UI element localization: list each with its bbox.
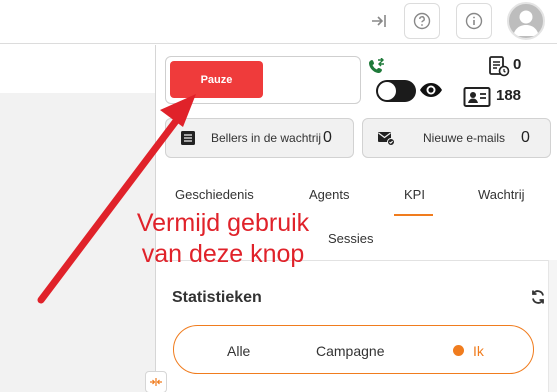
segment-campagne[interactable]: Campagne bbox=[316, 343, 385, 359]
segment-ik[interactable]: Ik bbox=[473, 343, 484, 359]
annotation-text: Vermijd gebruik van deze knop bbox=[123, 208, 323, 270]
user-avatar[interactable] bbox=[507, 2, 545, 40]
tab-kpi[interactable]: KPI bbox=[404, 187, 425, 202]
clipboard-clock-icon bbox=[488, 55, 510, 82]
phone-transfer-icon bbox=[368, 57, 386, 81]
counter-value: 0 bbox=[513, 56, 522, 73]
callers-in-queue-card[interactable]: Bellers in de wachtrij 0 bbox=[165, 118, 354, 158]
pause-button[interactable]: Pauze bbox=[170, 61, 263, 98]
app-window: Pauze 0 188 Bellers in de wachtrij 0 Nie… bbox=[0, 0, 557, 392]
active-tab-indicator bbox=[394, 214, 433, 216]
tab-wachtrij[interactable]: Wachtrij bbox=[478, 187, 524, 202]
collapse-right-icon[interactable] bbox=[361, 3, 397, 39]
collapse-panel-button[interactable] bbox=[145, 371, 167, 392]
tab-geschiedenis[interactable]: Geschiedenis bbox=[175, 187, 254, 202]
card-label: Nieuwe e-mails bbox=[423, 131, 506, 145]
active-segment-dot bbox=[453, 345, 464, 356]
statistics-title: Statistieken bbox=[172, 289, 262, 306]
tab-agents[interactable]: Agents bbox=[309, 187, 349, 202]
help-icon[interactable] bbox=[404, 3, 440, 39]
tab-sessies[interactable]: Sessies bbox=[328, 231, 374, 246]
refresh-icon[interactable] bbox=[530, 289, 546, 310]
queue-list-icon bbox=[180, 130, 196, 151]
eye-icon[interactable] bbox=[419, 80, 443, 105]
card-value: 0 bbox=[521, 129, 530, 146]
info-icon[interactable] bbox=[456, 3, 492, 39]
annotation-line: van deze knop bbox=[141, 240, 305, 268]
toggle-knob bbox=[378, 82, 396, 100]
scrollbar[interactable] bbox=[548, 260, 557, 392]
segment-alle[interactable]: Alle bbox=[227, 343, 250, 359]
counter-value: 188 bbox=[496, 87, 522, 104]
new-emails-card[interactable]: Nieuwe e-mails 0 bbox=[362, 118, 551, 158]
card-value: 0 bbox=[323, 129, 332, 146]
annotation-line: Vermijd gebruik bbox=[136, 209, 310, 237]
contact-card-icon bbox=[463, 86, 491, 113]
top-bar bbox=[0, 0, 557, 44]
card-label: Bellers in de wachtrij bbox=[211, 131, 322, 145]
mail-check-icon bbox=[377, 130, 395, 151]
